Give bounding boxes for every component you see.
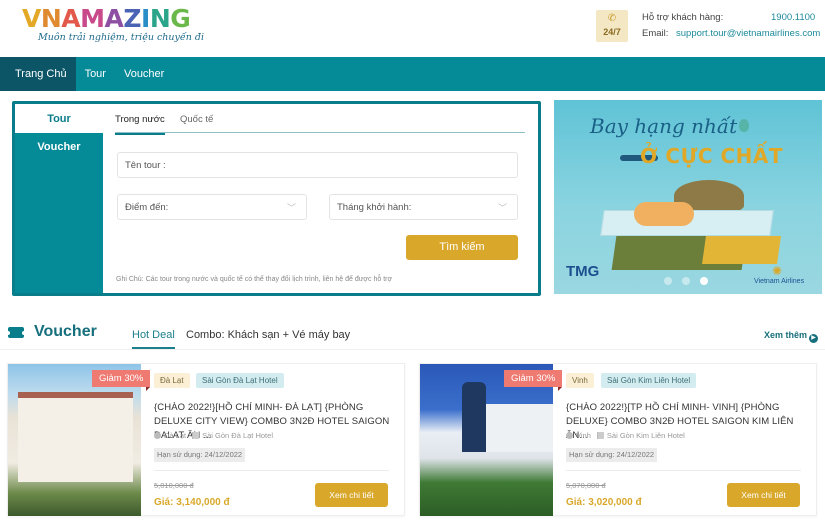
logo-letter: N [149, 4, 171, 33]
nav-item-home[interactable]: Trang Chủ [0, 57, 76, 91]
support-hours: 24/7 [603, 27, 621, 37]
vnamazing-logo[interactable]: VNAMAZING Muôn trải nghiệm, triệu chuyến… [22, 4, 204, 43]
hot-air-balloon-icon [739, 119, 749, 132]
flag-icon [596, 432, 604, 439]
view-details-button[interactable]: Xem chi tiết [315, 483, 388, 507]
card-divider [566, 470, 801, 471]
original-price: 5,010,000 đ [154, 481, 194, 490]
month-placeholder: Tháng khởi hành: [337, 201, 412, 213]
carousel-dot-1[interactable] [664, 277, 672, 285]
logo-letter: M [80, 4, 105, 33]
logo-letter: V [22, 4, 41, 33]
sub-tab-domestic[interactable]: Trong nước [115, 114, 165, 135]
location-tag[interactable]: Vinh [566, 373, 594, 388]
tmg-logo: TMG [566, 263, 600, 280]
side-tab-tour[interactable]: Tour [15, 104, 103, 133]
support-label: Hỗ trợ khách hàng: [642, 12, 724, 23]
hotel-tag[interactable]: Sài Gòn Đà Lạt Hotel [196, 373, 284, 388]
search-button[interactable]: Tìm kiếm [406, 235, 518, 260]
hotel-wing-graphic [486, 404, 553, 452]
promo-banner[interactable]: Bay hạng nhất Ở CỰC CHẤT TMG ✺ Vietnam A… [554, 100, 822, 294]
carousel-dot-3[interactable] [700, 277, 708, 285]
tab-hot-deal[interactable]: Hot Deal [132, 329, 175, 349]
expiry-date: Hạn sử dụng: 24/12/2022 [566, 448, 658, 462]
voucher-card: Giảm 30% Vinh Sài Gòn Kim Liên Hotel {CH… [419, 363, 817, 516]
support-badge: ✆ 24/7 [596, 10, 628, 42]
view-details-button[interactable]: Xem chi tiết [727, 483, 800, 507]
nav-item-voucher[interactable]: Voucher [115, 57, 173, 91]
hotel-building-graphic [18, 392, 133, 482]
voucher-location: Đà Lạt [164, 431, 187, 440]
flag-icon [192, 432, 200, 439]
sub-tab-international[interactable]: Quốc tế [180, 114, 213, 133]
see-more-link[interactable]: Xem thêm ▶ [764, 330, 819, 343]
support-email[interactable]: support.tour@vietnamairlines.com [676, 28, 820, 39]
section-divider [0, 349, 825, 350]
hotel-tower-graphic [462, 382, 486, 452]
logo-letter: N [40, 4, 62, 33]
chevron-down-icon: ﹀ [497, 202, 507, 213]
voucher-card: Giảm 30% Đà Lạt Sài Gòn Đà Lạt Hotel {CH… [7, 363, 405, 516]
logo-letter: Z [123, 4, 142, 33]
logo-letter: A [104, 4, 124, 33]
discount-badge: Giảm 30% [92, 370, 151, 391]
hotel-tag[interactable]: Sài Gòn Kim Liên Hotel [601, 373, 697, 388]
banner-gold-card-graphic [702, 236, 781, 264]
lotus-icon: ✺ [772, 264, 783, 278]
carousel-dot-2[interactable] [682, 277, 690, 285]
logo-tagline: Muôn trải nghiệm, triệu chuyến đi [38, 32, 204, 43]
discount-badge: Giảm 30% [504, 370, 563, 391]
tour-name-placeholder: Tên tour : [125, 159, 166, 171]
expiry-date: Hạn sử dụng: 24/12/2022 [154, 448, 246, 462]
search-panel: Tour Voucher Trong nước Quốc tế Tên tour… [12, 101, 541, 296]
support-phone[interactable]: 1900.1100 [771, 12, 815, 23]
arrow-right-circle-icon: ▶ [809, 334, 819, 343]
search-note: Ghi Chú: Các tour trong nước và quốc tế … [116, 276, 393, 283]
destination-select[interactable]: Điểm đến: ﹀ [117, 194, 307, 220]
banner-people-graphic [634, 202, 694, 226]
search-sub-tabs: Trong nước Quốc tế [115, 104, 525, 135]
main-nav: Trang Chủ Tour Voucher [0, 57, 825, 91]
departure-month-select[interactable]: Tháng khởi hành: ﹀ [329, 194, 518, 220]
section-title: Voucher [34, 323, 97, 340]
email-label: Email: [642, 28, 669, 39]
tab-combo[interactable]: Combo: Khách sạn + Vé máy bay [186, 329, 350, 347]
banner-headline: Bay hạng nhất [590, 114, 738, 138]
voucher-meta: Đà Lạt Sài Gòn Đà Lạt Hotel [154, 431, 273, 440]
location-tag[interactable]: Đà Lạt [154, 373, 190, 388]
original-price: 5,070,000 đ [566, 481, 606, 490]
voucher-meta: Vinh Sài Gòn Kim Liên Hotel [566, 431, 685, 440]
sale-price: Giá: 3,140,000 đ [154, 497, 230, 508]
carousel-dots [664, 277, 708, 285]
sale-price: Giá: 3,020,000 đ [566, 497, 642, 508]
search-side-tabs: Tour Voucher [15, 104, 103, 293]
see-more-label: Xem thêm [764, 330, 808, 340]
site-header: VNAMAZING Muôn trải nghiệm, triệu chuyến… [0, 0, 825, 57]
vietnam-airlines-logo: Vietnam Airlines [754, 278, 805, 285]
tour-name-input[interactable]: Tên tour : [117, 152, 518, 178]
logo-letter: G [170, 4, 191, 33]
destination-placeholder: Điểm đến: [125, 201, 169, 213]
voucher-hotel: Sài Gòn Đà Lạt Hotel [202, 431, 273, 440]
logo-wordmark: VNAMAZING [22, 4, 204, 34]
ticket-icon [6, 327, 26, 338]
side-tab-voucher[interactable]: Voucher [15, 133, 103, 161]
banner-subheadline: Ở CỰC CHẤT [640, 144, 783, 168]
chevron-down-icon: ﹀ [286, 202, 296, 213]
nav-item-tour[interactable]: Tour [76, 57, 115, 91]
logo-letter: I [141, 4, 150, 33]
voucher-hotel: Sài Gòn Kim Liên Hotel [606, 431, 685, 440]
card-divider [154, 470, 389, 471]
logo-letter: A [61, 4, 81, 33]
map-pin-icon [154, 432, 161, 439]
voucher-location: Vinh [576, 431, 591, 440]
phone-icon: ✆ [607, 13, 617, 24]
map-pin-icon [566, 432, 573, 439]
